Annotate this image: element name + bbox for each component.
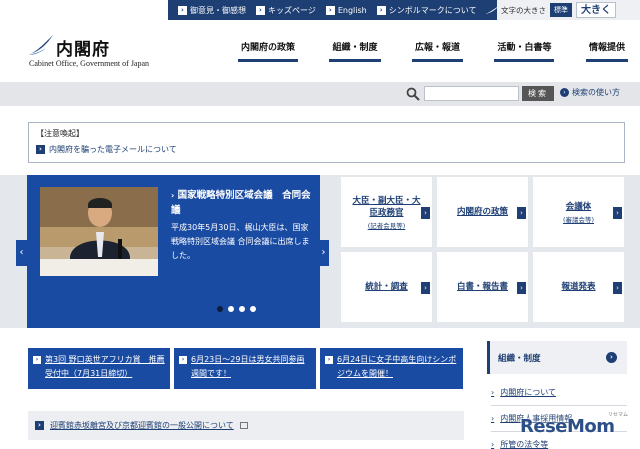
watermark-logo-text: ReseMom	[520, 416, 615, 437]
nav-organization[interactable]: 組織・制度	[329, 40, 381, 62]
news-card-text: 第3回 野口英世アフリカ賞 推薦受付中（7月31日締切）	[45, 355, 165, 378]
logo-japanese-text: 内閣府	[56, 40, 110, 60]
chevron-right-icon: ›	[421, 207, 430, 219]
chevron-right-icon: ›	[421, 282, 430, 294]
chevron-right-icon: ›	[517, 207, 526, 219]
chevron-right-icon: ›	[179, 356, 187, 364]
sidebar-item-about[interactable]: › 内閣府について	[491, 380, 627, 405]
notice-title: 【注意喚起】	[36, 129, 84, 138]
nav-activities-whitepapers[interactable]: 活動・白書等	[494, 40, 555, 62]
chevron-right-icon: ›	[33, 356, 41, 364]
utility-bar: › 御意見・御感想 › キッズページ › English › シンボルマークについて 文…	[0, 0, 640, 20]
chevron-right-icon: ›	[517, 282, 526, 294]
chevron-right-icon: ›	[491, 414, 495, 423]
kids-page-link[interactable]: › キッズページ	[256, 5, 316, 16]
tile-title: 統計・調査	[365, 282, 408, 292]
news-card-text: 6月23日～29日は男女共同参画週間です！	[191, 355, 305, 378]
nav-information[interactable]: 情報提供	[585, 40, 628, 62]
english-link-label: English	[337, 5, 367, 15]
chevron-right-icon: ›	[171, 191, 175, 200]
news-card-text: 6月24日に女子中高生向けシンポジウムを開催！	[337, 355, 457, 378]
chevron-right-icon: ›	[325, 356, 333, 364]
chevron-right-icon: ›	[613, 207, 622, 219]
cabinet-office-logo-icon	[28, 35, 53, 55]
sidebar-heading[interactable]: 組織・制度 ›	[487, 341, 627, 374]
chevron-right-icon: ›	[36, 145, 45, 154]
search-button[interactable]: 検索	[522, 86, 554, 101]
notice-box: 【注意喚起】 › 内閣府を騙った電子メールについて	[28, 122, 625, 163]
tile-subtitle: (審議会等)	[562, 215, 595, 224]
guesthouse-link[interactable]: › 迎賓館赤坂離宮及び京都迎賓館の一般公開について	[28, 411, 464, 440]
text-size-large-button[interactable]: 大きく	[576, 2, 616, 18]
chevron-right-icon: ›	[325, 5, 335, 15]
carousel-photo	[40, 187, 158, 276]
symbol-mark-link[interactable]: › シンボルマークについて	[376, 5, 500, 16]
text-size-control: 文字の大きさ 標準 大きく	[497, 0, 640, 20]
main-nav: 内閣府の政策 組織・制度 広報・報道 活動・白書等 情報提供	[238, 40, 628, 62]
tile-ministers[interactable]: 大臣・副大臣・大臣政務官 (記者会見等) ›	[341, 177, 432, 247]
news-card[interactable]: › 6月24日に女子中高生向けシンポジウムを開催！	[320, 348, 463, 389]
chevron-right-icon: ›	[613, 282, 622, 294]
sidebar-item-label: 内閣府について	[500, 388, 556, 397]
nav-public-relations[interactable]: 広報・報道	[411, 40, 463, 62]
feedback-link-label: 御意見・御感想	[190, 5, 246, 15]
external-link-icon	[239, 422, 248, 429]
tile-title: 内閣府の政策	[456, 207, 508, 217]
chevron-right-icon: ›	[606, 352, 617, 363]
chevron-right-icon: ›	[256, 5, 265, 15]
site-logo[interactable]: 内閣府 Cabinet Office, Government of Japan	[28, 34, 178, 74]
tile-councils[interactable]: 会議体 (審議会等) ›	[533, 177, 624, 247]
tile-title: 白書・報告書	[456, 282, 508, 292]
chevron-right-icon: ›	[491, 440, 495, 449]
search-icon	[406, 87, 420, 101]
tile-title: 報道発表	[561, 282, 596, 292]
news-carousel[interactable]: › 国家戦略特別区域会議 合同会議 平成30年5月30日、梶山大臣は、国家戦略特…	[27, 175, 320, 328]
carousel-headline-text: 国家戦略特別区域会議 合同会議	[171, 190, 311, 216]
symbol-mark-link-label: シンボルマークについて	[388, 5, 477, 15]
tile-title: 大臣・副大臣・大臣政務官	[352, 195, 421, 218]
chevron-right-icon: ›	[178, 5, 187, 15]
carousel-dot[interactable]	[239, 306, 245, 312]
chevron-right-icon: ›	[35, 421, 44, 430]
text-size-standard-button[interactable]: 標準	[550, 3, 572, 17]
text-size-label: 文字の大きさ	[501, 5, 546, 15]
tile-title: 会議体	[565, 201, 592, 212]
tile-statistics[interactable]: 統計・調査 ›	[341, 252, 432, 322]
search-help-link[interactable]: › 検索の使い方	[560, 87, 620, 98]
tile-subtitle: (記者会見等)	[367, 221, 406, 230]
search-bar: 検索 › 検索の使い方	[0, 82, 640, 106]
utility-links: › 御意見・御感想 › キッズページ › English › シンボルマークについて	[168, 0, 500, 20]
notice-link[interactable]: › 内閣府を騙った電子メールについて	[36, 144, 177, 155]
chevron-right-icon: ›	[560, 88, 569, 97]
tile-whitepapers[interactable]: 白書・報告書 ›	[437, 252, 528, 322]
news-card[interactable]: › 第3回 野口英世アフリカ賞 推薦受付中（7月31日締切）	[28, 348, 170, 389]
resemom-watermark: リセマム ReseMom	[520, 408, 640, 449]
nav-policies[interactable]: 内閣府の政策	[238, 40, 299, 62]
logo-english-text: Cabinet Office, Government of Japan	[29, 59, 150, 68]
chevron-right-icon: ›	[376, 5, 386, 15]
news-card[interactable]: › 6月23日～29日は男女共同参画週間です！	[174, 348, 316, 389]
sidebar-heading-label: 組織・制度	[498, 353, 541, 364]
notice-link-label: 内閣府を騙った電子メールについて	[49, 145, 177, 154]
carousel-prev-button[interactable]: ‹	[16, 240, 27, 266]
carousel-dot[interactable]	[250, 306, 256, 312]
carousel-description: 平成30年5月30日、梶山大臣は、国家戦略特別区域会議 合同会議に出席しました。	[171, 223, 310, 260]
minister-photo-icon	[40, 187, 158, 276]
carousel-dot[interactable]	[228, 306, 234, 312]
carousel-next-button[interactable]: ›	[318, 240, 329, 266]
english-link[interactable]: › English	[325, 5, 367, 15]
tile-press-releases[interactable]: 報道発表 ›	[533, 252, 624, 322]
tile-policies[interactable]: 内閣府の政策 ›	[437, 177, 528, 247]
carousel-dot[interactable]	[217, 306, 223, 312]
carousel-dots	[217, 306, 256, 312]
guesthouse-link-label: 迎賓館赤坂離宮及び京都迎賓館の一般公開について	[50, 421, 234, 430]
search-help-label: 検索の使い方	[572, 88, 620, 97]
feedback-link[interactable]: › 御意見・御感想	[178, 5, 246, 16]
search-input[interactable]	[424, 86, 519, 101]
kids-page-link-label: キッズページ	[268, 5, 316, 15]
chevron-right-icon: ›	[491, 388, 495, 397]
carousel-headline[interactable]: › 国家戦略特別区域会議 合同会議	[171, 188, 313, 218]
